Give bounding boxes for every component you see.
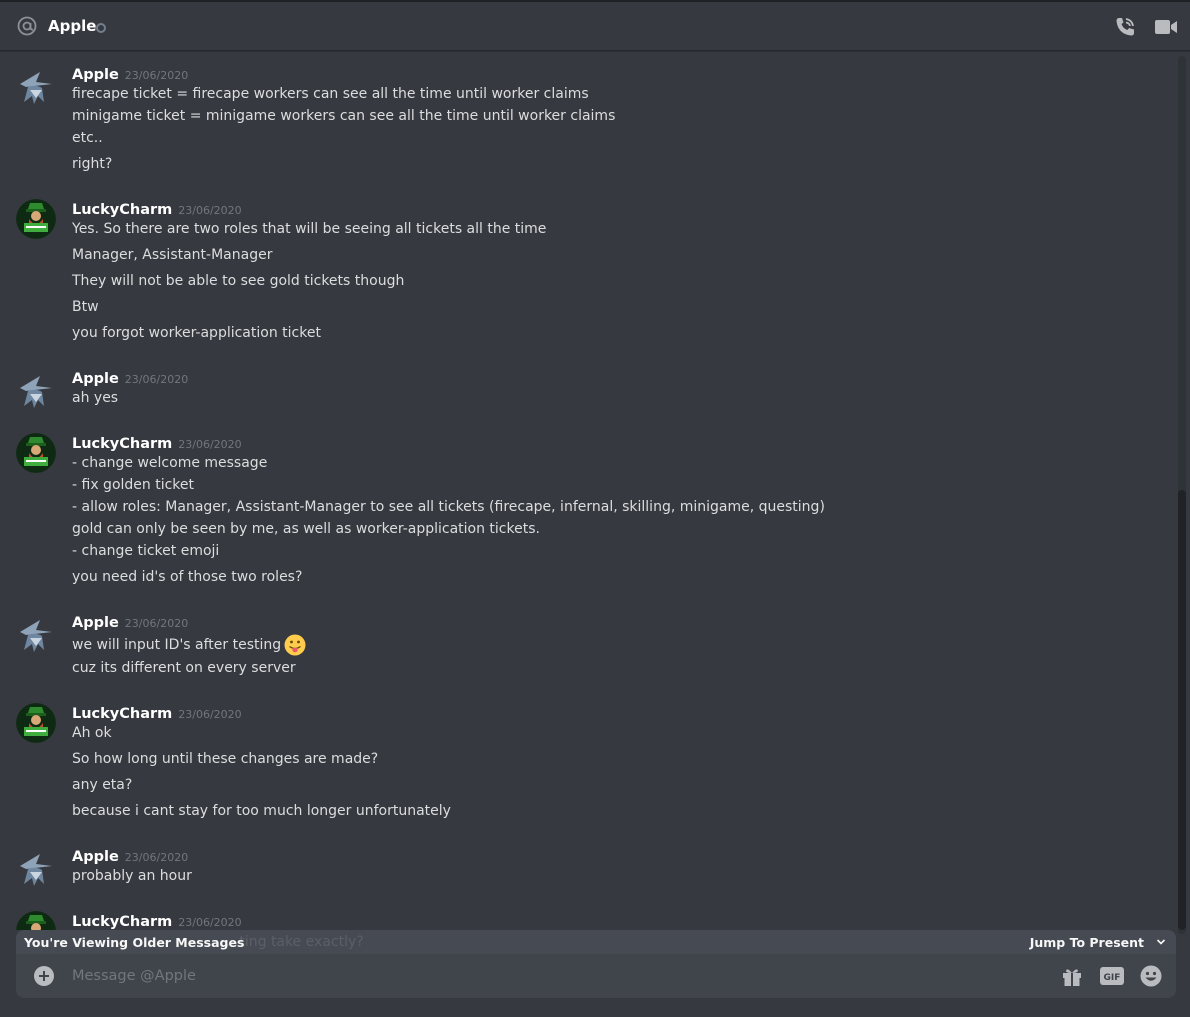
leprechaun-avatar-icon	[16, 433, 56, 473]
at-icon	[17, 16, 37, 36]
avatar-apple[interactable]	[16, 372, 56, 412]
message-composer: GIF	[16, 954, 1176, 998]
author-name[interactable]: LuckyCharm	[72, 202, 172, 218]
avatar-luckycharm[interactable]	[16, 433, 56, 473]
message-line: - change ticket emoji	[72, 543, 220, 559]
message-line: you need id's of those two roles?	[72, 569, 303, 585]
wizard-avatar-icon	[16, 616, 56, 656]
message-line: right?	[72, 156, 113, 172]
message-line: minigame ticket = minigame workers can s…	[72, 108, 616, 124]
timestamp: 23/06/2020	[178, 438, 242, 451]
wizard-avatar-icon	[16, 850, 56, 890]
author-name[interactable]: LuckyCharm	[72, 436, 172, 452]
gift-icon[interactable]	[1061, 965, 1083, 987]
video-icon[interactable]	[1154, 17, 1178, 37]
timestamp: 23/06/2020	[178, 916, 242, 929]
message-group: LuckyCharm 23/06/2020	[0, 911, 1176, 930]
gif-icon[interactable]: GIF	[1100, 967, 1124, 985]
message-line: - fix golden ticket	[72, 477, 195, 493]
message-line: ah yes	[72, 390, 119, 406]
author-name[interactable]: LuckyCharm	[72, 914, 172, 930]
message-header: Apple 23/06/2020	[72, 846, 188, 865]
message-group: LuckyCharm 23/06/2020 Ah ok So how long u…	[0, 703, 1176, 833]
timestamp: 23/06/2020	[178, 708, 242, 721]
message-line: Ah ok	[72, 725, 112, 741]
jump-to-present-button[interactable]: Jump To Present	[1030, 935, 1144, 950]
message-line: Btw	[72, 299, 99, 315]
message-line: - allow roles: Manager, Assistant-Manage…	[72, 499, 825, 515]
message-group: Apple 23/06/2020 firecape ticket = fireca…	[0, 64, 1176, 189]
tongue-out-emoji-icon	[284, 634, 306, 656]
message-input[interactable]	[72, 964, 1032, 988]
avatar-apple[interactable]	[16, 68, 56, 108]
wizard-avatar-icon	[16, 68, 56, 108]
leprechaun-avatar-icon	[16, 911, 56, 930]
author-name[interactable]: Apple	[72, 371, 119, 387]
timestamp: 23/06/2020	[124, 373, 189, 386]
message-group: LuckyCharm 23/06/2020 Yes. So there are t…	[0, 199, 1176, 349]
message-line: - change welcome message	[72, 455, 268, 471]
author-name[interactable]: Apple	[72, 67, 119, 83]
message-header: LuckyCharm 23/06/2020	[72, 703, 242, 722]
message-group: Apple 23/06/2020 probably an hour	[0, 846, 1176, 894]
avatar-apple[interactable]	[16, 850, 56, 890]
message-group: LuckyCharm 23/06/2020 - change welcome me…	[0, 433, 1176, 593]
message-header: Apple 23/06/2020	[72, 64, 188, 83]
message-line: They will not be able to see gold ticket…	[72, 273, 405, 289]
author-name[interactable]: Apple	[72, 615, 119, 631]
header-title: Apple	[48, 17, 97, 35]
message-line: etc..	[72, 130, 103, 146]
status-indicator	[96, 23, 106, 33]
message-line: any eta?	[72, 777, 133, 793]
timestamp: 23/06/2020	[124, 69, 189, 82]
message-line: you forgot worker-application ticket	[72, 325, 321, 341]
avatar-luckycharm[interactable]	[16, 911, 56, 930]
older-messages-text: You're Viewing Older Messages	[24, 935, 245, 950]
message-line: So how long until these changes are made…	[72, 751, 379, 767]
chevron-down-icon[interactable]	[1156, 937, 1166, 947]
avatar-luckycharm[interactable]	[16, 703, 56, 743]
partial-message-text: ...ting take exactly?	[226, 934, 364, 950]
message-line: because i cant stay for too much longer …	[72, 803, 451, 819]
call-icon[interactable]	[1114, 16, 1136, 38]
message-header: Apple 23/06/2020	[72, 368, 188, 387]
channel-header: Apple	[0, 0, 1190, 51]
svg-text:GIF: GIF	[1104, 973, 1121, 983]
message-list[interactable]: Apple 23/06/2020 firecape ticket = fireca…	[0, 52, 1176, 930]
add-icon[interactable]	[34, 966, 54, 986]
message-group: Apple 23/06/2020 ah yes	[0, 368, 1176, 416]
author-name[interactable]: Apple	[72, 849, 119, 865]
message-group: Apple 23/06/2020 we will input ID's after…	[0, 612, 1176, 687]
message-line: Manager, Assistant-Manager	[72, 247, 273, 263]
message-header: LuckyCharm 23/06/2020	[72, 911, 242, 930]
leprechaun-avatar-icon	[16, 703, 56, 743]
scrollbar-thumb[interactable]	[1178, 490, 1186, 930]
emoji-icon[interactable]	[1140, 965, 1162, 987]
wizard-avatar-icon	[16, 372, 56, 412]
message-header: Apple 23/06/2020	[72, 612, 188, 631]
message-line: gold can only be seen by me, as well as …	[72, 521, 540, 537]
leprechaun-avatar-icon	[16, 199, 56, 239]
message-line: we will input ID's after testing	[72, 634, 306, 656]
message-header: LuckyCharm 23/06/2020	[72, 199, 242, 218]
message-line: cuz its different on every server	[72, 660, 296, 676]
older-messages-bar: ...ting take exactly? You're Viewing Old…	[16, 930, 1176, 954]
avatar-apple[interactable]	[16, 616, 56, 656]
timestamp: 23/06/2020	[124, 851, 189, 864]
message-header: LuckyCharm 23/06/2020	[72, 433, 242, 452]
timestamp: 23/06/2020	[124, 617, 189, 630]
message-text: we will input ID's after testing	[72, 637, 282, 653]
author-name[interactable]: LuckyCharm	[72, 706, 172, 722]
avatar-luckycharm[interactable]	[16, 199, 56, 239]
message-line: firecape ticket = firecape workers can s…	[72, 86, 589, 102]
message-line: probably an hour	[72, 868, 192, 884]
timestamp: 23/06/2020	[178, 204, 242, 217]
message-line: Yes. So there are two roles that will be…	[72, 221, 547, 237]
